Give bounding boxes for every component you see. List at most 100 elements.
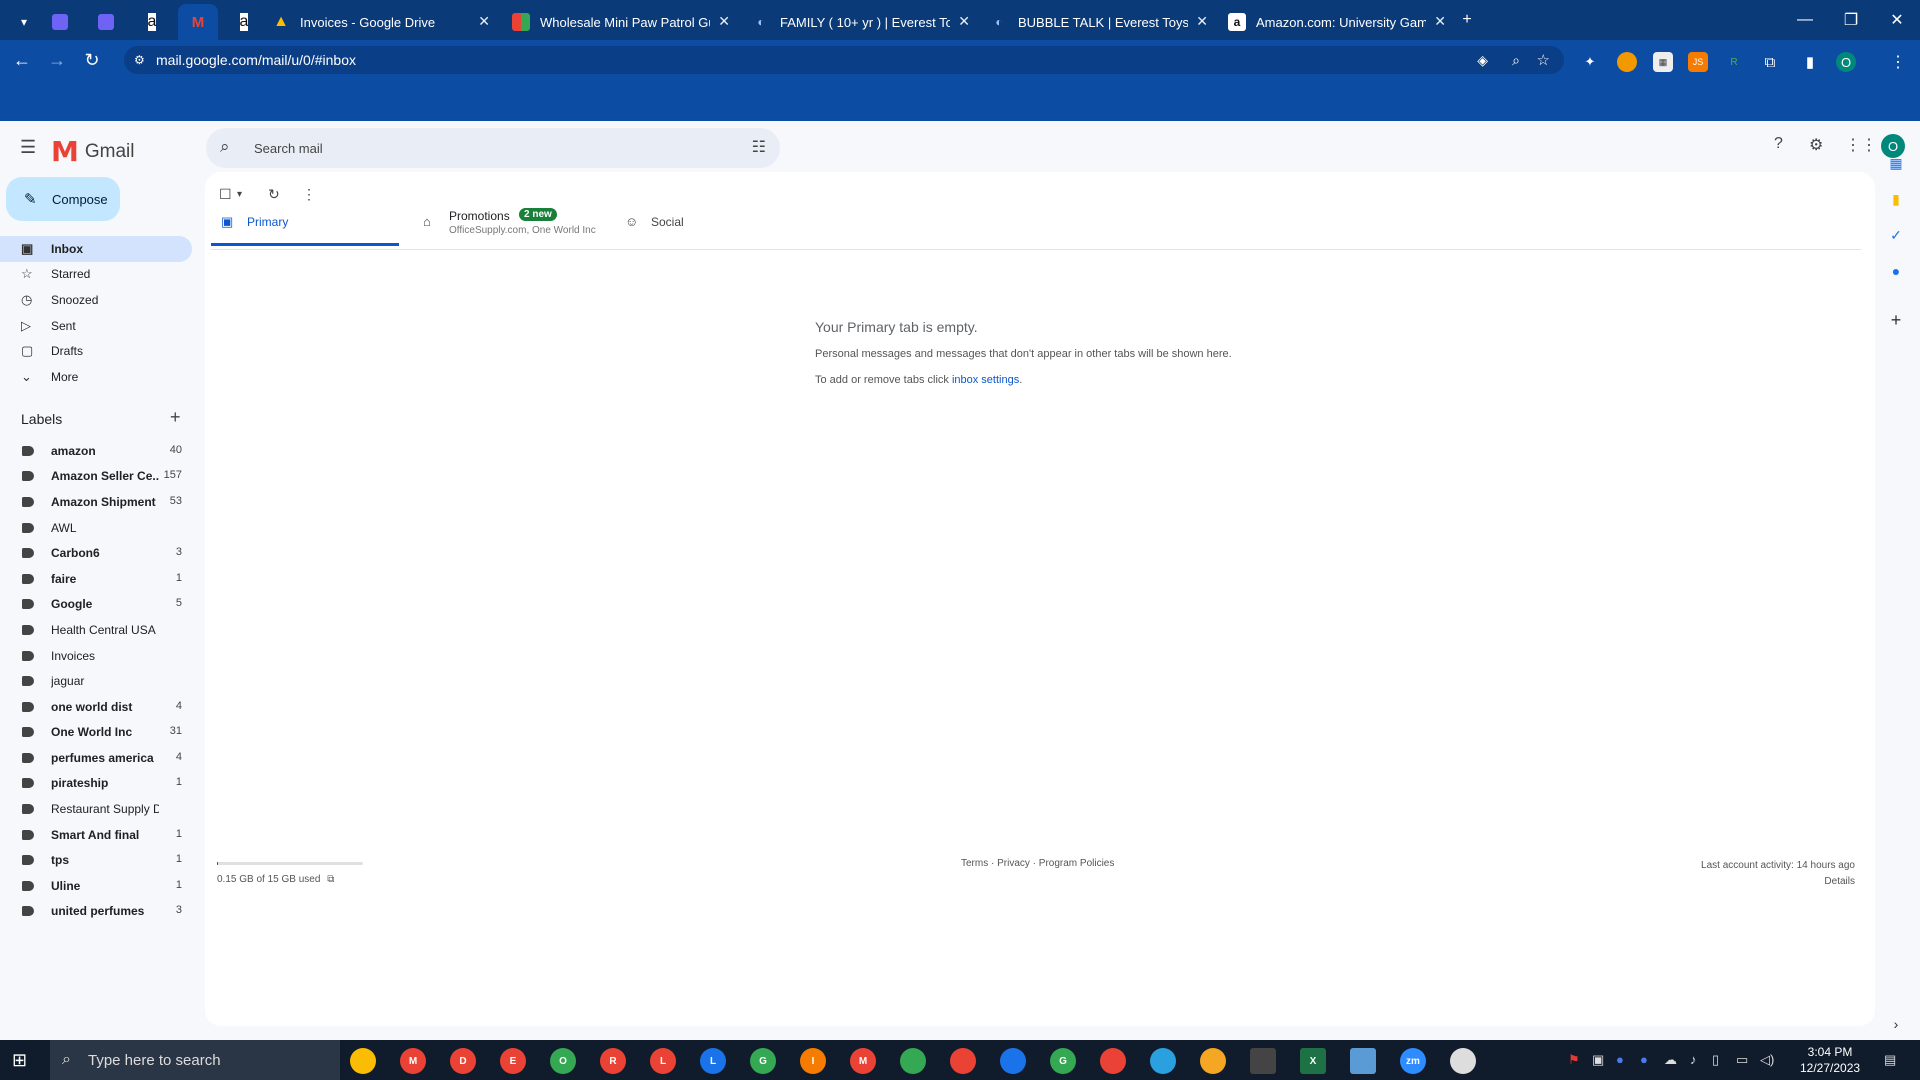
- pinned-tab-amazon-2[interactable]: a: [224, 4, 264, 40]
- zoom-icon[interactable]: ⌕: [1512, 52, 1520, 69]
- main-menu-icon[interactable]: ☰: [20, 137, 36, 158]
- pinned-tab-docs-2[interactable]: [86, 4, 126, 40]
- close-window-button[interactable]: ✕: [1874, 0, 1920, 40]
- label-item[interactable]: pirateship 1: [0, 772, 190, 794]
- back-button[interactable]: ←: [10, 48, 34, 72]
- telegram-icon[interactable]: [1150, 1048, 1176, 1074]
- chrome-profile-icon[interactable]: L: [700, 1048, 726, 1074]
- app-icon[interactable]: [1450, 1048, 1476, 1074]
- label-item[interactable]: tps 1: [0, 849, 190, 871]
- search-input[interactable]: ⌕ Search mail ☷: [206, 128, 780, 168]
- side-panel-icon[interactable]: ▮: [1800, 52, 1820, 72]
- chrome-profile-icon[interactable]: [1000, 1048, 1026, 1074]
- compose-button[interactable]: ✎ Compose: [6, 177, 120, 221]
- chrome-profile-icon[interactable]: G: [750, 1048, 776, 1074]
- tab-family-everest[interactable]: ◐ FAMILY ( 10+ yr ) | Everest Toys ✕: [752, 4, 978, 40]
- keep-icon[interactable]: ▮: [1886, 189, 1906, 209]
- windows-start-icon[interactable]: ⊞: [12, 1050, 27, 1071]
- zoom-icon[interactable]: zm: [1400, 1048, 1426, 1074]
- extension-icon[interactable]: JS: [1688, 52, 1708, 72]
- close-tab-icon[interactable]: ✕: [958, 13, 970, 30]
- excel-icon[interactable]: X: [1300, 1048, 1326, 1074]
- label-item[interactable]: amazon 40: [0, 440, 190, 462]
- close-tab-icon[interactable]: ✕: [1196, 13, 1208, 30]
- label-item[interactable]: perfumes america 4: [0, 747, 190, 769]
- close-tab-icon[interactable]: ✕: [718, 13, 730, 30]
- extensions-puzzle-icon[interactable]: ⧉: [1760, 52, 1780, 72]
- nav-snoozed[interactable]: ◷ Snoozed: [0, 287, 192, 313]
- tray-icon[interactable]: ▣: [1592, 1052, 1604, 1068]
- tab-paw-patrol[interactable]: Wholesale Mini Paw Patrol Guita ✕: [512, 4, 738, 40]
- bookmark-star-icon[interactable]: ☆: [1537, 51, 1550, 69]
- nav-more[interactable]: ⌄ More: [0, 364, 192, 390]
- label-item[interactable]: faire 1: [0, 568, 190, 590]
- tray-icon[interactable]: ☁: [1664, 1052, 1677, 1068]
- notifications-icon[interactable]: ▤: [1884, 1052, 1896, 1068]
- label-item[interactable]: one world dist 4: [0, 696, 190, 718]
- volume-icon[interactable]: ◁): [1760, 1052, 1774, 1068]
- site-info-icon[interactable]: ⚙: [134, 53, 145, 67]
- label-item[interactable]: One World Inc 31: [0, 721, 190, 743]
- label-item[interactable]: jaguar: [0, 670, 190, 692]
- chrome-profile-icon[interactable]: E: [500, 1048, 526, 1074]
- extension-icon[interactable]: [1617, 52, 1637, 72]
- tab-social[interactable]: ☺ Social: [615, 200, 775, 246]
- app-icon[interactable]: [1200, 1048, 1226, 1074]
- nav-starred[interactable]: ☆ Starred: [0, 261, 192, 287]
- tab-search-button[interactable]: ▾: [4, 4, 44, 40]
- address-bar[interactable]: ⚙ mail.google.com/mail/u/0/#inbox ◈ ⌕ ☆: [124, 46, 1564, 74]
- chrome-profile-icon[interactable]: M: [400, 1048, 426, 1074]
- system-clock[interactable]: 3:04 PM 12/27/2023: [1800, 1044, 1860, 1076]
- tab-amazon-university-games[interactable]: a Amazon.com: University Games ✕: [1228, 4, 1454, 40]
- label-item[interactable]: Amazon Shipment 53: [0, 491, 190, 513]
- notepad-icon[interactable]: [1350, 1048, 1376, 1074]
- label-item[interactable]: Smart And final 1: [0, 824, 190, 846]
- network-icon[interactable]: ▭: [1736, 1052, 1748, 1068]
- open-external-icon[interactable]: ⧉: [327, 874, 334, 885]
- extension-icon[interactable]: ✦: [1580, 52, 1600, 72]
- chrome-profile-icon[interactable]: I: [800, 1048, 826, 1074]
- nav-drafts[interactable]: ▢ Drafts: [0, 338, 192, 364]
- extension-icon[interactable]: ▦: [1653, 52, 1673, 72]
- tab-bubble-talk[interactable]: ◐ BUBBLE TALK | Everest Toys ✕: [990, 4, 1216, 40]
- chrome-profile-icon[interactable]: M: [850, 1048, 876, 1074]
- tab-invoices-drive[interactable]: ▲ Invoices - Google Drive ✕: [272, 4, 498, 40]
- tab-promotions[interactable]: ⌂ Promotions 2 new OfficeSupply.com, One…: [413, 200, 596, 246]
- pinned-tab-gmail[interactable]: M: [178, 4, 218, 40]
- label-item[interactable]: Restaurant Supply D: [0, 798, 190, 820]
- footer-links[interactable]: Terms · Privacy · Program Policies: [961, 858, 1114, 869]
- label-item[interactable]: Health Central USA: [0, 619, 190, 641]
- apps-grid-icon[interactable]: ⋮⋮: [1845, 135, 1877, 155]
- close-tab-icon[interactable]: ✕: [1434, 13, 1446, 30]
- label-item[interactable]: Google 5: [0, 593, 190, 615]
- search-options-icon[interactable]: ☷: [752, 137, 766, 157]
- chrome-profile-icon[interactable]: R: [600, 1048, 626, 1074]
- settings-gear-icon[interactable]: ⚙: [1809, 135, 1823, 155]
- tray-icon[interactable]: ▯: [1712, 1052, 1719, 1068]
- gmail-logo[interactable]: M Gmail: [51, 135, 135, 168]
- label-item[interactable]: Uline 1: [0, 875, 190, 897]
- file-explorer-icon[interactable]: [350, 1048, 376, 1074]
- chrome-profile-icon[interactable]: [900, 1048, 926, 1074]
- nav-sent[interactable]: ▷ Sent: [0, 313, 192, 339]
- contacts-icon[interactable]: ●: [1886, 261, 1906, 281]
- chrome-profile-icon[interactable]: [950, 1048, 976, 1074]
- select-dropdown-icon[interactable]: ▾: [237, 189, 242, 200]
- chrome-profile-icon[interactable]: G: [1050, 1048, 1076, 1074]
- reload-button[interactable]: ↻: [80, 48, 104, 72]
- extension-icon[interactable]: R: [1724, 52, 1744, 72]
- eye-off-icon[interactable]: ◈: [1477, 52, 1488, 69]
- profile-avatar[interactable]: O: [1836, 52, 1856, 72]
- search-icon[interactable]: ⌕: [220, 137, 230, 157]
- details-link[interactable]: Details: [1701, 874, 1855, 890]
- tab-primary[interactable]: ▣ Primary: [211, 200, 399, 246]
- calculator-icon[interactable]: [1250, 1048, 1276, 1074]
- chrome-profile-icon[interactable]: L: [650, 1048, 676, 1074]
- chrome-profile-icon[interactable]: O: [550, 1048, 576, 1074]
- add-label-icon[interactable]: +: [170, 407, 181, 428]
- minimize-button[interactable]: —: [1782, 0, 1828, 40]
- expand-panel-icon[interactable]: ›: [1886, 1014, 1906, 1034]
- label-item[interactable]: Carbon6 3: [0, 542, 190, 564]
- microphone-icon[interactable]: ♪: [1690, 1052, 1697, 1067]
- new-tab-button[interactable]: +: [1452, 0, 1482, 40]
